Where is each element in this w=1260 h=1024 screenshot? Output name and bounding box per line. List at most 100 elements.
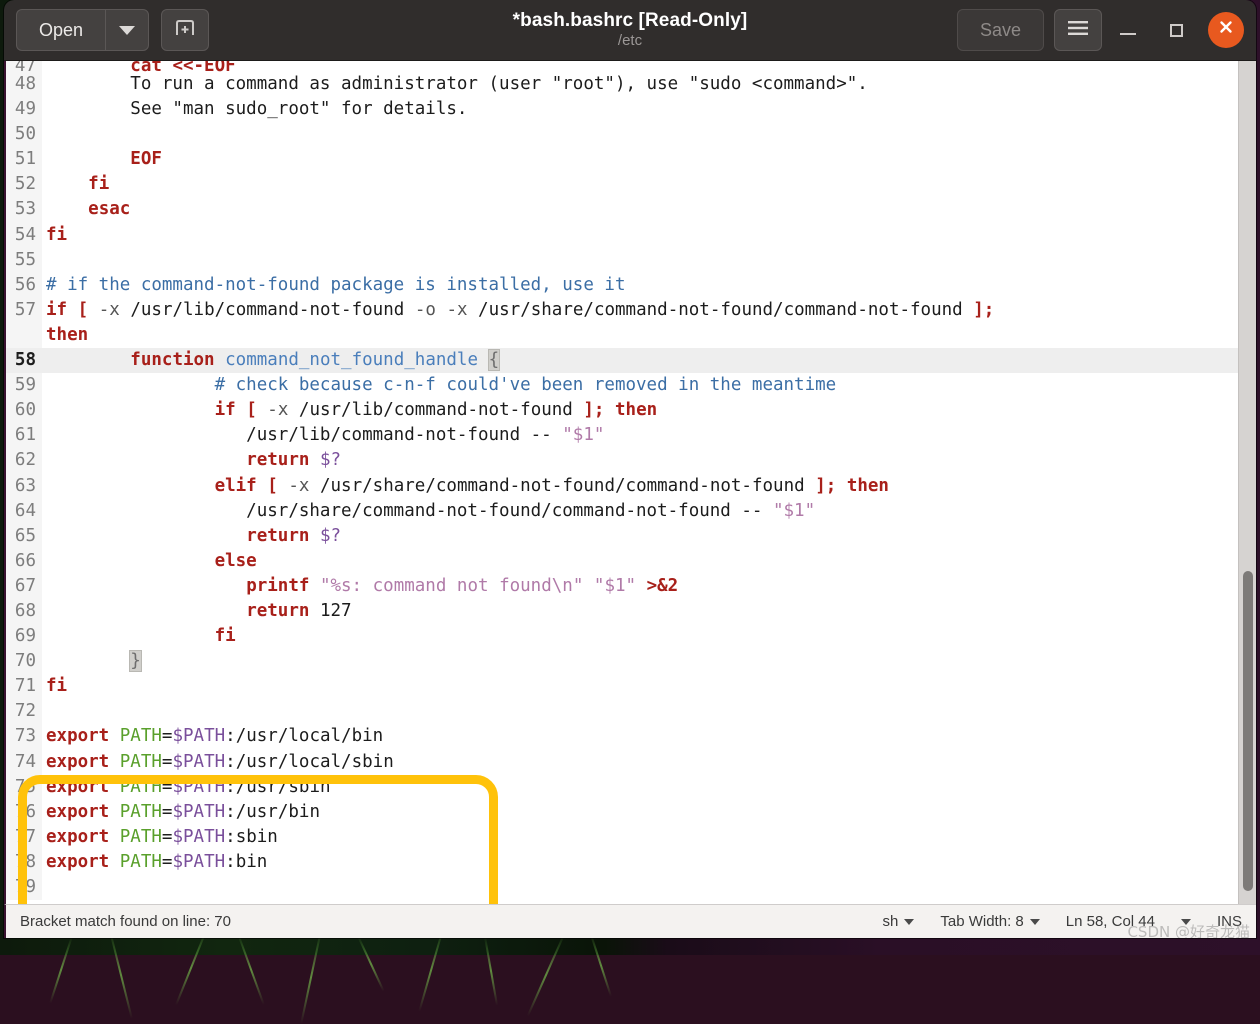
code-line[interactable]: 58 function command_not_found_handle {	[6, 348, 1238, 373]
code-token	[215, 350, 226, 370]
open-dropdown-button[interactable]	[105, 9, 149, 51]
code-line[interactable]: 66 else	[6, 549, 1238, 574]
code-line[interactable]: 75export PATH=$PATH:/usr/sbin	[6, 775, 1238, 800]
chevron-down-icon	[904, 919, 914, 925]
page-title: *bash.bashrc [Read-Only]	[513, 11, 748, 31]
code-line[interactable]: 50	[6, 122, 1238, 147]
code-token: -x	[446, 300, 467, 320]
code-line[interactable]: 52 fi	[6, 172, 1238, 197]
code-token: "$1"	[594, 576, 636, 596]
code-token: ];	[973, 300, 994, 320]
code-line[interactable]: 62 return $?	[6, 448, 1238, 473]
new-document-button[interactable]	[161, 9, 209, 51]
code-token: :/usr/sbin	[225, 777, 330, 797]
code-line-content: export PATH=$PATH:/usr/bin	[42, 800, 1238, 825]
code-token: /usr/share/command-not-found/command-not…	[468, 300, 974, 320]
maximize-button[interactable]	[1154, 8, 1198, 52]
code-line[interactable]: 67 printf "%s: command not found\n" "$1"…	[6, 574, 1238, 599]
line-number: 63	[6, 474, 42, 499]
code-token: /usr/lib/command-not-found	[120, 300, 415, 320]
code-line[interactable]: 56# if the command-not-found package is …	[6, 273, 1238, 298]
wallpaper-streak	[49, 936, 73, 1003]
code-line[interactable]: 69 fi	[6, 624, 1238, 649]
code-token	[278, 476, 289, 496]
code-line-content: esac	[42, 197, 1238, 222]
code-token	[46, 651, 130, 671]
code-token: :/usr/bin	[225, 802, 320, 822]
status-extra-dropdown[interactable]	[1181, 919, 1191, 925]
scrollbar-thumb[interactable]	[1243, 571, 1253, 891]
minimize-button[interactable]	[1106, 8, 1150, 52]
new-document-icon	[174, 18, 196, 43]
code-token: cat <<-EOF	[130, 61, 235, 72]
code-line[interactable]: 79	[6, 875, 1238, 900]
code-token	[257, 400, 268, 420]
code-line[interactable]: 78export PATH=$PATH:bin	[6, 850, 1238, 875]
code-token: fi	[215, 626, 236, 646]
code-line[interactable]: 49 See "man sudo_root" for details.	[6, 97, 1238, 122]
code-line[interactable]: 53 esac	[6, 197, 1238, 222]
code-token: then	[46, 325, 88, 345]
code-line[interactable]: 65 return $?	[6, 524, 1238, 549]
code-token: PATH	[120, 852, 162, 872]
line-number: 64	[6, 499, 42, 524]
code-line[interactable]: 60 if [ -x /usr/lib/command-not-found ];…	[6, 398, 1238, 423]
titlebar-right-group: Save	[957, 8, 1248, 52]
tab-width-selector[interactable]: Tab Width: 8	[940, 913, 1039, 930]
code-token: :bin	[225, 852, 267, 872]
code-line[interactable]: 57if [ -x /usr/lib/command-not-found -o …	[6, 298, 1238, 348]
code-token: $PATH	[172, 752, 225, 772]
close-button[interactable]	[1208, 12, 1244, 48]
wallpaper-streak	[590, 934, 612, 996]
tab-width-label: Tab Width: 8	[940, 913, 1023, 930]
wallpaper-streak	[357, 936, 384, 991]
line-number: 77	[6, 825, 42, 850]
code-line[interactable]: 72	[6, 699, 1238, 724]
code-line[interactable]: 47 cat <<-EOF	[6, 61, 1238, 72]
code-line[interactable]: 48 To run a command as administrator (us…	[6, 72, 1238, 97]
code-line[interactable]: 51 EOF	[6, 147, 1238, 172]
code-token: elif	[215, 476, 257, 496]
open-button[interactable]: Open	[16, 9, 105, 51]
code-token: export	[46, 802, 109, 822]
code-line-content: See "man sudo_root" for details.	[42, 97, 1238, 122]
code-line-content: else	[42, 549, 1238, 574]
code-line[interactable]: 63 elif [ -x /usr/share/command-not-foun…	[6, 474, 1238, 499]
code-line[interactable]: 55	[6, 248, 1238, 273]
code-token	[309, 526, 320, 546]
code-line[interactable]: 76export PATH=$PATH:/usr/bin	[6, 800, 1238, 825]
code-token	[46, 450, 246, 470]
vertical-scrollbar[interactable]	[1238, 61, 1256, 904]
code-token	[309, 576, 320, 596]
save-button[interactable]: Save	[957, 9, 1044, 51]
code-token: =	[162, 726, 173, 746]
code-line[interactable]: 54fi	[6, 223, 1238, 248]
code-token: "%s: command not found\n"	[320, 576, 583, 596]
line-number: 70	[6, 649, 42, 674]
code-token: # if the command-not-found package is in…	[46, 275, 625, 295]
code-line[interactable]: 59 # check because c-n-f could've been r…	[6, 373, 1238, 398]
line-number: 75	[6, 775, 42, 800]
code-token: /usr/share/command-not-found/command-not…	[309, 476, 815, 496]
status-message: Bracket match found on line: 70	[20, 913, 231, 930]
code-line[interactable]: 71fi	[6, 674, 1238, 699]
code-editor-area[interactable]: 47 cat <<-EOF48 To run a command as admi…	[6, 61, 1238, 904]
code-token: [	[78, 300, 89, 320]
code-token	[46, 149, 130, 169]
code-line[interactable]: 74export PATH=$PATH:/usr/local/sbin	[6, 750, 1238, 775]
code-line-content	[42, 248, 1238, 273]
code-token: fi	[46, 225, 67, 245]
hamburger-menu-button[interactable]	[1054, 9, 1102, 51]
code-token	[109, 827, 120, 847]
status-bar: Bracket match found on line: 70 sh Tab W…	[4, 904, 1256, 938]
code-line[interactable]: 77export PATH=$PATH:sbin	[6, 825, 1238, 850]
language-selector[interactable]: sh	[883, 913, 915, 930]
code-line[interactable]: 73export PATH=$PATH:/usr/local/bin	[6, 724, 1238, 749]
code-line[interactable]: 61 /usr/lib/command-not-found -- "$1"	[6, 423, 1238, 448]
code-token	[109, 752, 120, 772]
insert-mode-indicator[interactable]: INS	[1217, 913, 1242, 930]
code-line[interactable]: 70 }	[6, 649, 1238, 674]
code-token: To run a command as administrator (user …	[46, 74, 868, 94]
code-line[interactable]: 64 /usr/share/command-not-found/command-…	[6, 499, 1238, 524]
code-line[interactable]: 68 return 127	[6, 599, 1238, 624]
